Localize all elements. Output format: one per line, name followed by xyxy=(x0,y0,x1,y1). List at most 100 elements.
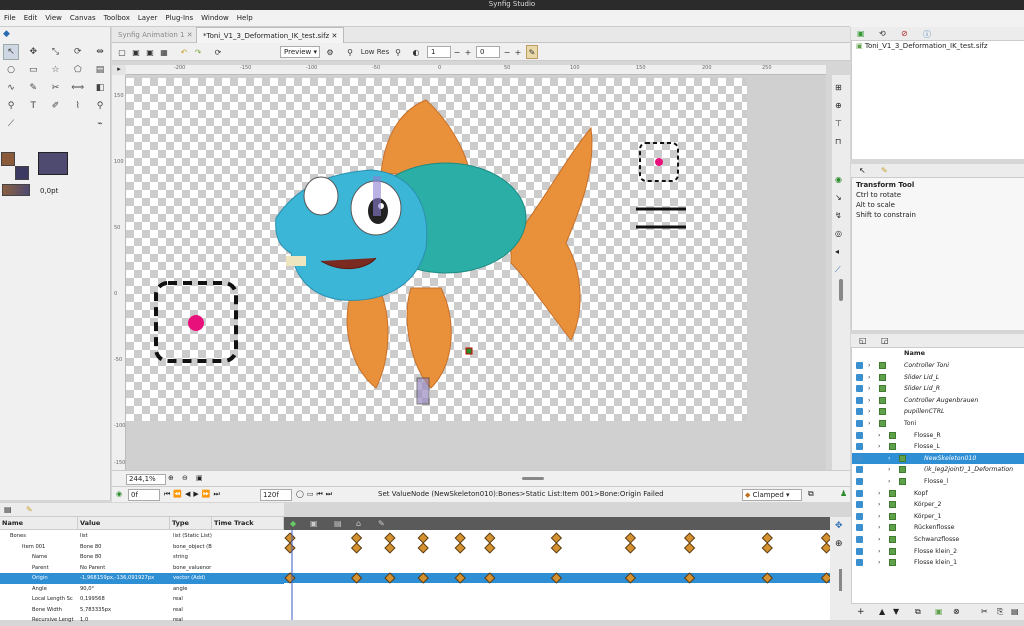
move-icon[interactable]: ✥ xyxy=(835,521,843,531)
waypoint[interactable] xyxy=(820,532,833,544)
ducks-width-icon[interactable]: ◂ xyxy=(835,247,839,256)
menu-window[interactable]: Window xyxy=(197,10,233,27)
menu-plugins[interactable]: Plug-Ins xyxy=(161,10,197,27)
sketch-tool-icon[interactable]: ✐ xyxy=(48,98,64,114)
tab-synfig-animation-1[interactable]: Synfig Animation 1 ✕ xyxy=(112,27,199,43)
waypoint[interactable] xyxy=(384,542,396,554)
plus-button[interactable]: + xyxy=(463,45,473,59)
expander-icon[interactable]: › xyxy=(878,499,880,511)
layer-row[interactable]: › (ik_leg2joint)_1_Deformation xyxy=(852,464,1024,476)
brush-tool-icon[interactable]: ⌇ xyxy=(70,98,86,114)
waypoint[interactable] xyxy=(550,532,563,544)
redo-icon[interactable]: ↷ xyxy=(192,45,204,59)
polygon-tool-icon[interactable]: ⬠ xyxy=(70,62,86,78)
cutout-tool-icon[interactable]: ✂ xyxy=(48,80,64,96)
timetrack-panel[interactable]: 24f48f72f96f xyxy=(284,517,833,620)
layer-visibility-checkbox[interactable] xyxy=(856,512,863,520)
info-icon[interactable]: ⓘ xyxy=(923,29,931,40)
layer-row[interactable]: › Slider Lid_R xyxy=(852,383,1024,395)
add-layer-icon[interactable]: + xyxy=(857,607,865,617)
expander-icon[interactable]: › xyxy=(888,464,890,476)
layer-visibility-checkbox[interactable] xyxy=(856,431,863,439)
expander-icon[interactable]: › xyxy=(868,372,870,384)
waypoint[interactable] xyxy=(761,542,773,554)
expander-icon[interactable]: › xyxy=(878,511,880,523)
star-tool-icon[interactable]: ☆ xyxy=(48,62,64,78)
layer-row[interactable]: › NewSkeleton010 xyxy=(852,452,1024,465)
rotate-tool-icon[interactable]: ⟳ xyxy=(70,44,86,60)
ruler-corner-icon[interactable]: ▸ xyxy=(112,65,126,75)
expander-icon[interactable]: › xyxy=(888,476,890,488)
expander-icon[interactable]: › xyxy=(878,430,880,442)
lower-layer-icon[interactable]: ▼ xyxy=(893,607,899,616)
param-value[interactable]: 5,783335px xyxy=(80,605,111,616)
ducks-vertex-icon[interactable]: ↘ xyxy=(835,193,842,202)
waypoint[interactable] xyxy=(350,532,363,544)
menu-toolbox[interactable]: Toolbox xyxy=(100,10,134,27)
expander-icon[interactable]: › xyxy=(878,522,880,534)
zoom-in-button[interactable]: ⊕ xyxy=(168,474,174,482)
show-grid-icon[interactable]: ⊞ xyxy=(835,83,842,92)
layer-visibility-checkbox[interactable] xyxy=(856,373,863,381)
ducks-radius-icon[interactable]: ◎ xyxy=(835,229,842,238)
waypoint[interactable] xyxy=(417,542,429,554)
layer-row[interactable]: › Rückenflosse xyxy=(852,522,1024,534)
param-value[interactable]: 1,0 xyxy=(80,615,88,626)
draw-tool-icon[interactable]: ✎ xyxy=(25,80,41,96)
refresh-icon[interactable]: ⟳ xyxy=(212,45,224,59)
playback-buttons[interactable]: ⏮⏪◀▶⏩⏭ xyxy=(164,490,223,499)
param-row[interactable]: Parent No Parent bone_valuenor xyxy=(0,563,284,574)
waypoint[interactable] xyxy=(550,542,563,554)
low-res-toggle[interactable]: Low Res xyxy=(360,45,390,59)
zoom-icon[interactable]: ⚲ xyxy=(344,45,356,59)
zoom-out-button[interactable]: ⊖ xyxy=(182,474,188,482)
end-time-field[interactable]: 120f xyxy=(260,489,292,501)
layer-row[interactable]: › Körper_1 xyxy=(852,511,1024,523)
vertical-scrollbar[interactable] xyxy=(839,279,843,301)
draw-mode-icon[interactable]: ✎ xyxy=(526,45,538,59)
timetrack-keyframes[interactable]: 24f48f72f96f xyxy=(284,517,833,620)
waypoint[interactable] xyxy=(454,542,466,554)
transform-tool-icon[interactable]: ↖ xyxy=(3,44,19,60)
waypoint[interactable] xyxy=(683,542,696,554)
ducks-bone-icon[interactable]: ⟋ xyxy=(835,265,841,275)
layer-visibility-checkbox[interactable] xyxy=(856,524,863,532)
param-value[interactable]: Bone 80 xyxy=(80,552,101,563)
params-tab-icon[interactable]: ✎ xyxy=(881,166,888,175)
circle-tool-icon[interactable]: ○ xyxy=(3,62,19,78)
layer-row[interactable]: › Flosse klein_1 xyxy=(852,557,1024,569)
menu-view[interactable]: View xyxy=(41,10,66,27)
layer-visibility-checkbox[interactable] xyxy=(856,547,863,555)
expander-icon[interactable]: › xyxy=(878,441,880,453)
layer-visibility-checkbox[interactable] xyxy=(856,420,863,427)
layer-visibility-checkbox[interactable] xyxy=(856,489,863,497)
layer-visibility-checkbox[interactable] xyxy=(856,396,863,404)
waypoint[interactable] xyxy=(417,532,429,544)
menu-layer[interactable]: Layer xyxy=(134,10,162,27)
layer-visibility-checkbox[interactable] xyxy=(856,454,863,462)
canvas-browser-icon[interactable]: ▣ xyxy=(857,29,865,38)
preview-select[interactable]: Preview ▾ xyxy=(280,46,320,58)
bone-tool-icon[interactable]: ⟋ xyxy=(3,116,19,132)
smooth-move-tool-icon[interactable]: ✥ xyxy=(25,44,41,60)
navigator-icon[interactable]: ⊘ xyxy=(901,29,908,38)
param-row[interactable]: Recursive Lengt 1,0 real xyxy=(0,615,284,626)
expander-icon[interactable]: › xyxy=(868,406,870,418)
waypoint[interactable] xyxy=(284,532,296,544)
param-row[interactable]: Bone Width 5,783335px real xyxy=(0,605,284,616)
param-value[interactable]: 90,0° xyxy=(80,584,94,595)
skeleton-tool-icon[interactable]: ⌁ xyxy=(92,116,108,132)
keyframe-add-icon[interactable]: ▣ xyxy=(310,519,318,528)
menu-help[interactable]: Help xyxy=(233,10,257,27)
layer-visibility-checkbox[interactable] xyxy=(856,559,863,567)
expander-icon[interactable]: › xyxy=(878,534,880,546)
keyframe-props-icon[interactable]: ✎ xyxy=(378,519,385,528)
keyframe-lock-icon[interactable]: ⧉ xyxy=(808,489,814,499)
menu-canvas[interactable]: Canvas xyxy=(66,10,100,27)
waypoint[interactable] xyxy=(624,532,637,544)
zoom-time-icon[interactable]: ⊕ xyxy=(835,539,843,549)
library-icon[interactable]: ✎ xyxy=(26,505,33,514)
save-all-icon[interactable]: ▦ xyxy=(158,45,170,59)
waypoint[interactable] xyxy=(683,532,696,544)
expander-icon[interactable]: › xyxy=(868,395,870,407)
